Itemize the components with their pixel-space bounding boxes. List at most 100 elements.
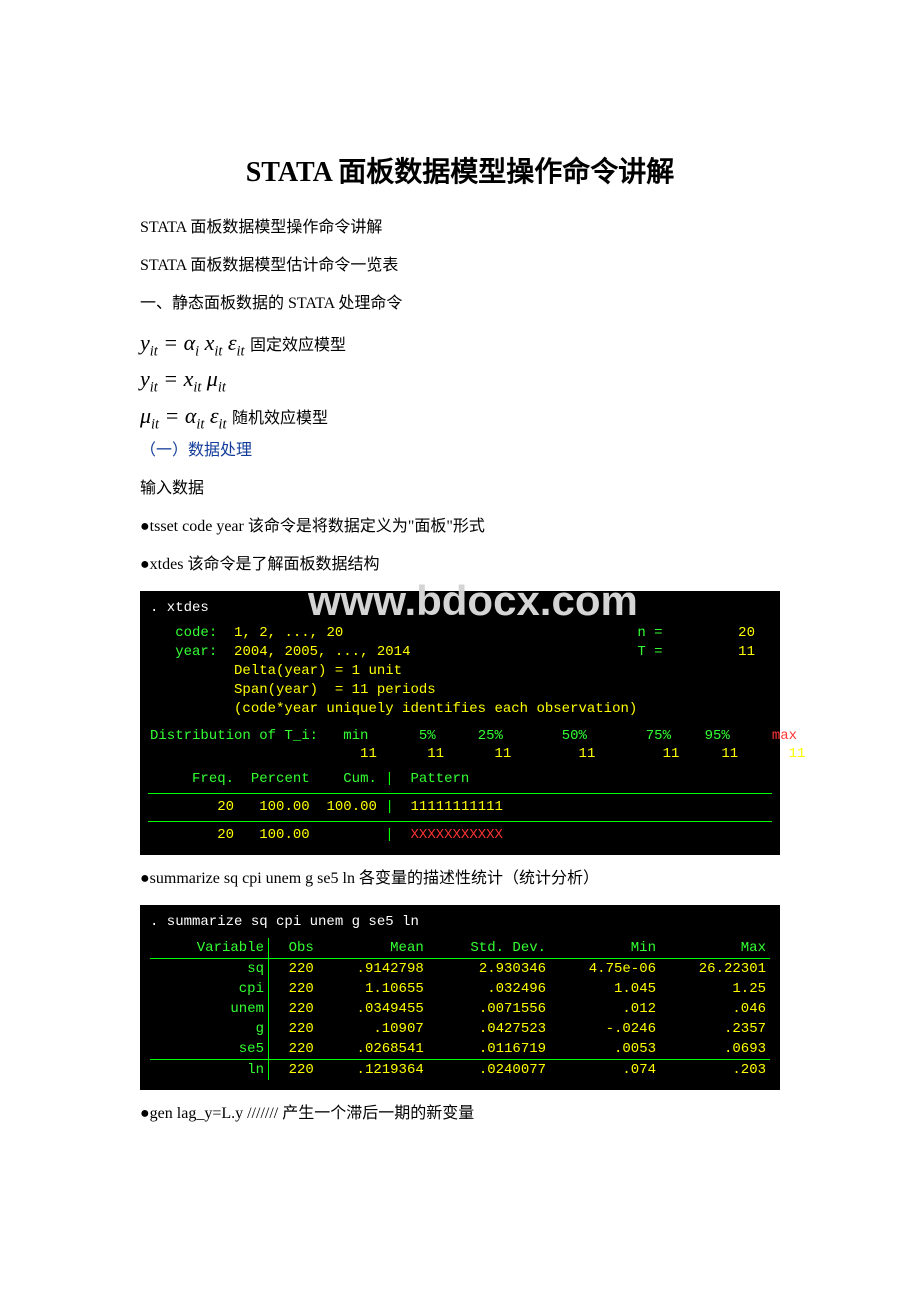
dist-v1: 11 bbox=[427, 746, 444, 762]
tot-v3: XXXXXXXXXXX bbox=[411, 827, 503, 843]
dist-v2: 11 bbox=[495, 746, 512, 762]
para-4: 输入数据 bbox=[140, 477, 780, 501]
table-row-max: 26.22301 bbox=[660, 958, 770, 979]
table-row-max: .0693 bbox=[660, 1039, 770, 1060]
xtdes-code-val: 1, 2, ..., 20 bbox=[234, 625, 343, 641]
table-row-mean: .9142798 bbox=[318, 958, 428, 979]
dist-h5: 95% bbox=[705, 728, 730, 744]
summarize-table: Variable Obs Mean Std. Dev. Min Max sq 2… bbox=[150, 938, 770, 1080]
table-row-var: cpi bbox=[150, 979, 269, 999]
table-row-min: .012 bbox=[550, 999, 660, 1019]
dist-v4: 11 bbox=[663, 746, 680, 762]
tot-v0: 20 bbox=[217, 827, 234, 843]
table-row-sd: .032496 bbox=[428, 979, 550, 999]
table-row-min: -.0246 bbox=[550, 1019, 660, 1039]
sum-h5: Max bbox=[660, 938, 770, 959]
table-row-sd: .0071556 bbox=[428, 999, 550, 1019]
para-5: ●tsset code year 该命令是将数据定义为"面板"形式 bbox=[140, 515, 780, 539]
table-row-var: unem bbox=[150, 999, 269, 1019]
row-ln-min: .074 bbox=[550, 1059, 660, 1080]
xtdes-year-lbl: year: bbox=[175, 644, 217, 660]
freq-h3: Pattern bbox=[411, 771, 470, 787]
freq-v2: 100.00 bbox=[326, 799, 376, 815]
fixed-label: 固定效应模型 bbox=[250, 337, 346, 354]
row-ln-obs: 220 bbox=[269, 1059, 318, 1080]
dist-h1: 5% bbox=[419, 728, 436, 744]
sum-h2: Mean bbox=[318, 938, 428, 959]
equation-fixed: yit = αi xit εit 固定效应模型 bbox=[140, 330, 780, 360]
table-row-obs: 220 bbox=[269, 1039, 318, 1060]
table-row-mean: .0349455 bbox=[318, 999, 428, 1019]
dist-v3: 11 bbox=[579, 746, 596, 762]
xtdes-year-val: 2004, 2005, ..., 2014 bbox=[234, 644, 410, 660]
table-row-var: sq bbox=[150, 958, 269, 979]
sum-h4: Min bbox=[550, 938, 660, 959]
table-row-obs: 220 bbox=[269, 958, 318, 979]
dist-h4: 75% bbox=[646, 728, 671, 744]
freq-v1: 100.00 bbox=[259, 799, 309, 815]
freq-h2: Cum. bbox=[343, 771, 377, 787]
freq-h1: Percent bbox=[251, 771, 310, 787]
cmd-summarize: . summarize sq cpi unem g se5 ln bbox=[150, 914, 419, 930]
table-row-min: .0053 bbox=[550, 1039, 660, 1060]
freq-v0: 20 bbox=[217, 799, 234, 815]
para-6: ●xtdes 该命令是了解面板数据结构 bbox=[140, 553, 780, 577]
xtdes-code-lbl: code: bbox=[175, 625, 217, 641]
sum-h3: Std. Dev. bbox=[428, 938, 550, 959]
xtdes-n-lbl: n = bbox=[637, 625, 662, 641]
watermark: www.bdocx.com bbox=[308, 577, 638, 625]
cmd-xtdes: . xtdes bbox=[150, 600, 209, 616]
terminal-xtdes: www.bdocx.com . xtdes code: 1, 2, ..., 2… bbox=[140, 591, 780, 855]
table-row-max: 1.25 bbox=[660, 979, 770, 999]
row-ln-max: .203 bbox=[660, 1059, 770, 1080]
dist-v5: 11 bbox=[721, 746, 738, 762]
dist-h0: min bbox=[343, 728, 368, 744]
terminal-summarize: . summarize sq cpi unem g se5 ln Variabl… bbox=[140, 905, 780, 1090]
dist-h6: max bbox=[772, 728, 797, 744]
dist-h2: 25% bbox=[478, 728, 503, 744]
xtdes-n-val: 20 bbox=[738, 625, 755, 641]
table-row-var: se5 bbox=[150, 1039, 269, 1060]
sum-h1: Obs bbox=[269, 938, 318, 959]
row-ln-mean: .1219364 bbox=[318, 1059, 428, 1080]
para-8: ●gen lag_y=L.y /////// 产生一个滞后一期的新变量 bbox=[140, 1102, 780, 1126]
dist-v6: 11 bbox=[789, 746, 806, 762]
table-row-min: 4.75e-06 bbox=[550, 958, 660, 979]
table-row-sd: .0427523 bbox=[428, 1019, 550, 1039]
table-row-sd: .0116719 bbox=[428, 1039, 550, 1060]
xtdes-delta: Delta(year) = 1 unit bbox=[234, 663, 402, 679]
sum-h0: Variable bbox=[150, 938, 269, 959]
table-row-max: .046 bbox=[660, 999, 770, 1019]
row-ln-sd: .0240077 bbox=[428, 1059, 550, 1080]
equation-2: yit = xit μit bbox=[140, 366, 780, 396]
para-3: 一、静态面板数据的 STATA 处理命令 bbox=[140, 292, 780, 316]
table-row-max: .2357 bbox=[660, 1019, 770, 1039]
para-1: STATA 面板数据模型操作命令讲解 bbox=[140, 216, 780, 240]
table-row-mean: .10907 bbox=[318, 1019, 428, 1039]
equation-random: μit = αit εit 随机效应模型 bbox=[140, 403, 780, 433]
subsection-1: （一）数据处理 bbox=[140, 439, 780, 463]
table-row-var: g bbox=[150, 1019, 269, 1039]
random-label: 随机效应模型 bbox=[232, 410, 328, 427]
freq-v3: 11111111111 bbox=[411, 799, 503, 815]
row-ln-var: ln bbox=[150, 1059, 269, 1080]
xtdes-t-lbl: T = bbox=[637, 644, 662, 660]
dist-v0: 11 bbox=[360, 746, 377, 762]
table-row-mean: 1.10655 bbox=[318, 979, 428, 999]
para-2: STATA 面板数据模型估计命令一览表 bbox=[140, 254, 780, 278]
table-row-sd: 2.930346 bbox=[428, 958, 550, 979]
tot-v1: 100.00 bbox=[259, 827, 309, 843]
xtdes-t-val: 11 bbox=[738, 644, 755, 660]
xtdes-span: Span(year) = 11 periods bbox=[234, 682, 436, 698]
table-row-mean: .0268541 bbox=[318, 1039, 428, 1060]
xtdes-note: (code*year uniquely identifies each obse… bbox=[234, 701, 637, 717]
freq-h0: Freq. bbox=[192, 771, 234, 787]
para-7: ●summarize sq cpi unem g se5 ln 各变量的描述性统… bbox=[140, 867, 780, 891]
dist-h3: 50% bbox=[562, 728, 587, 744]
table-row-obs: 220 bbox=[269, 999, 318, 1019]
page-title: STATA 面板数据模型操作命令讲解 bbox=[140, 150, 780, 190]
table-row-obs: 220 bbox=[269, 979, 318, 999]
table-row-min: 1.045 bbox=[550, 979, 660, 999]
xtdes-dist-lbl: Distribution of T_i: bbox=[150, 728, 318, 744]
table-row-obs: 220 bbox=[269, 1019, 318, 1039]
